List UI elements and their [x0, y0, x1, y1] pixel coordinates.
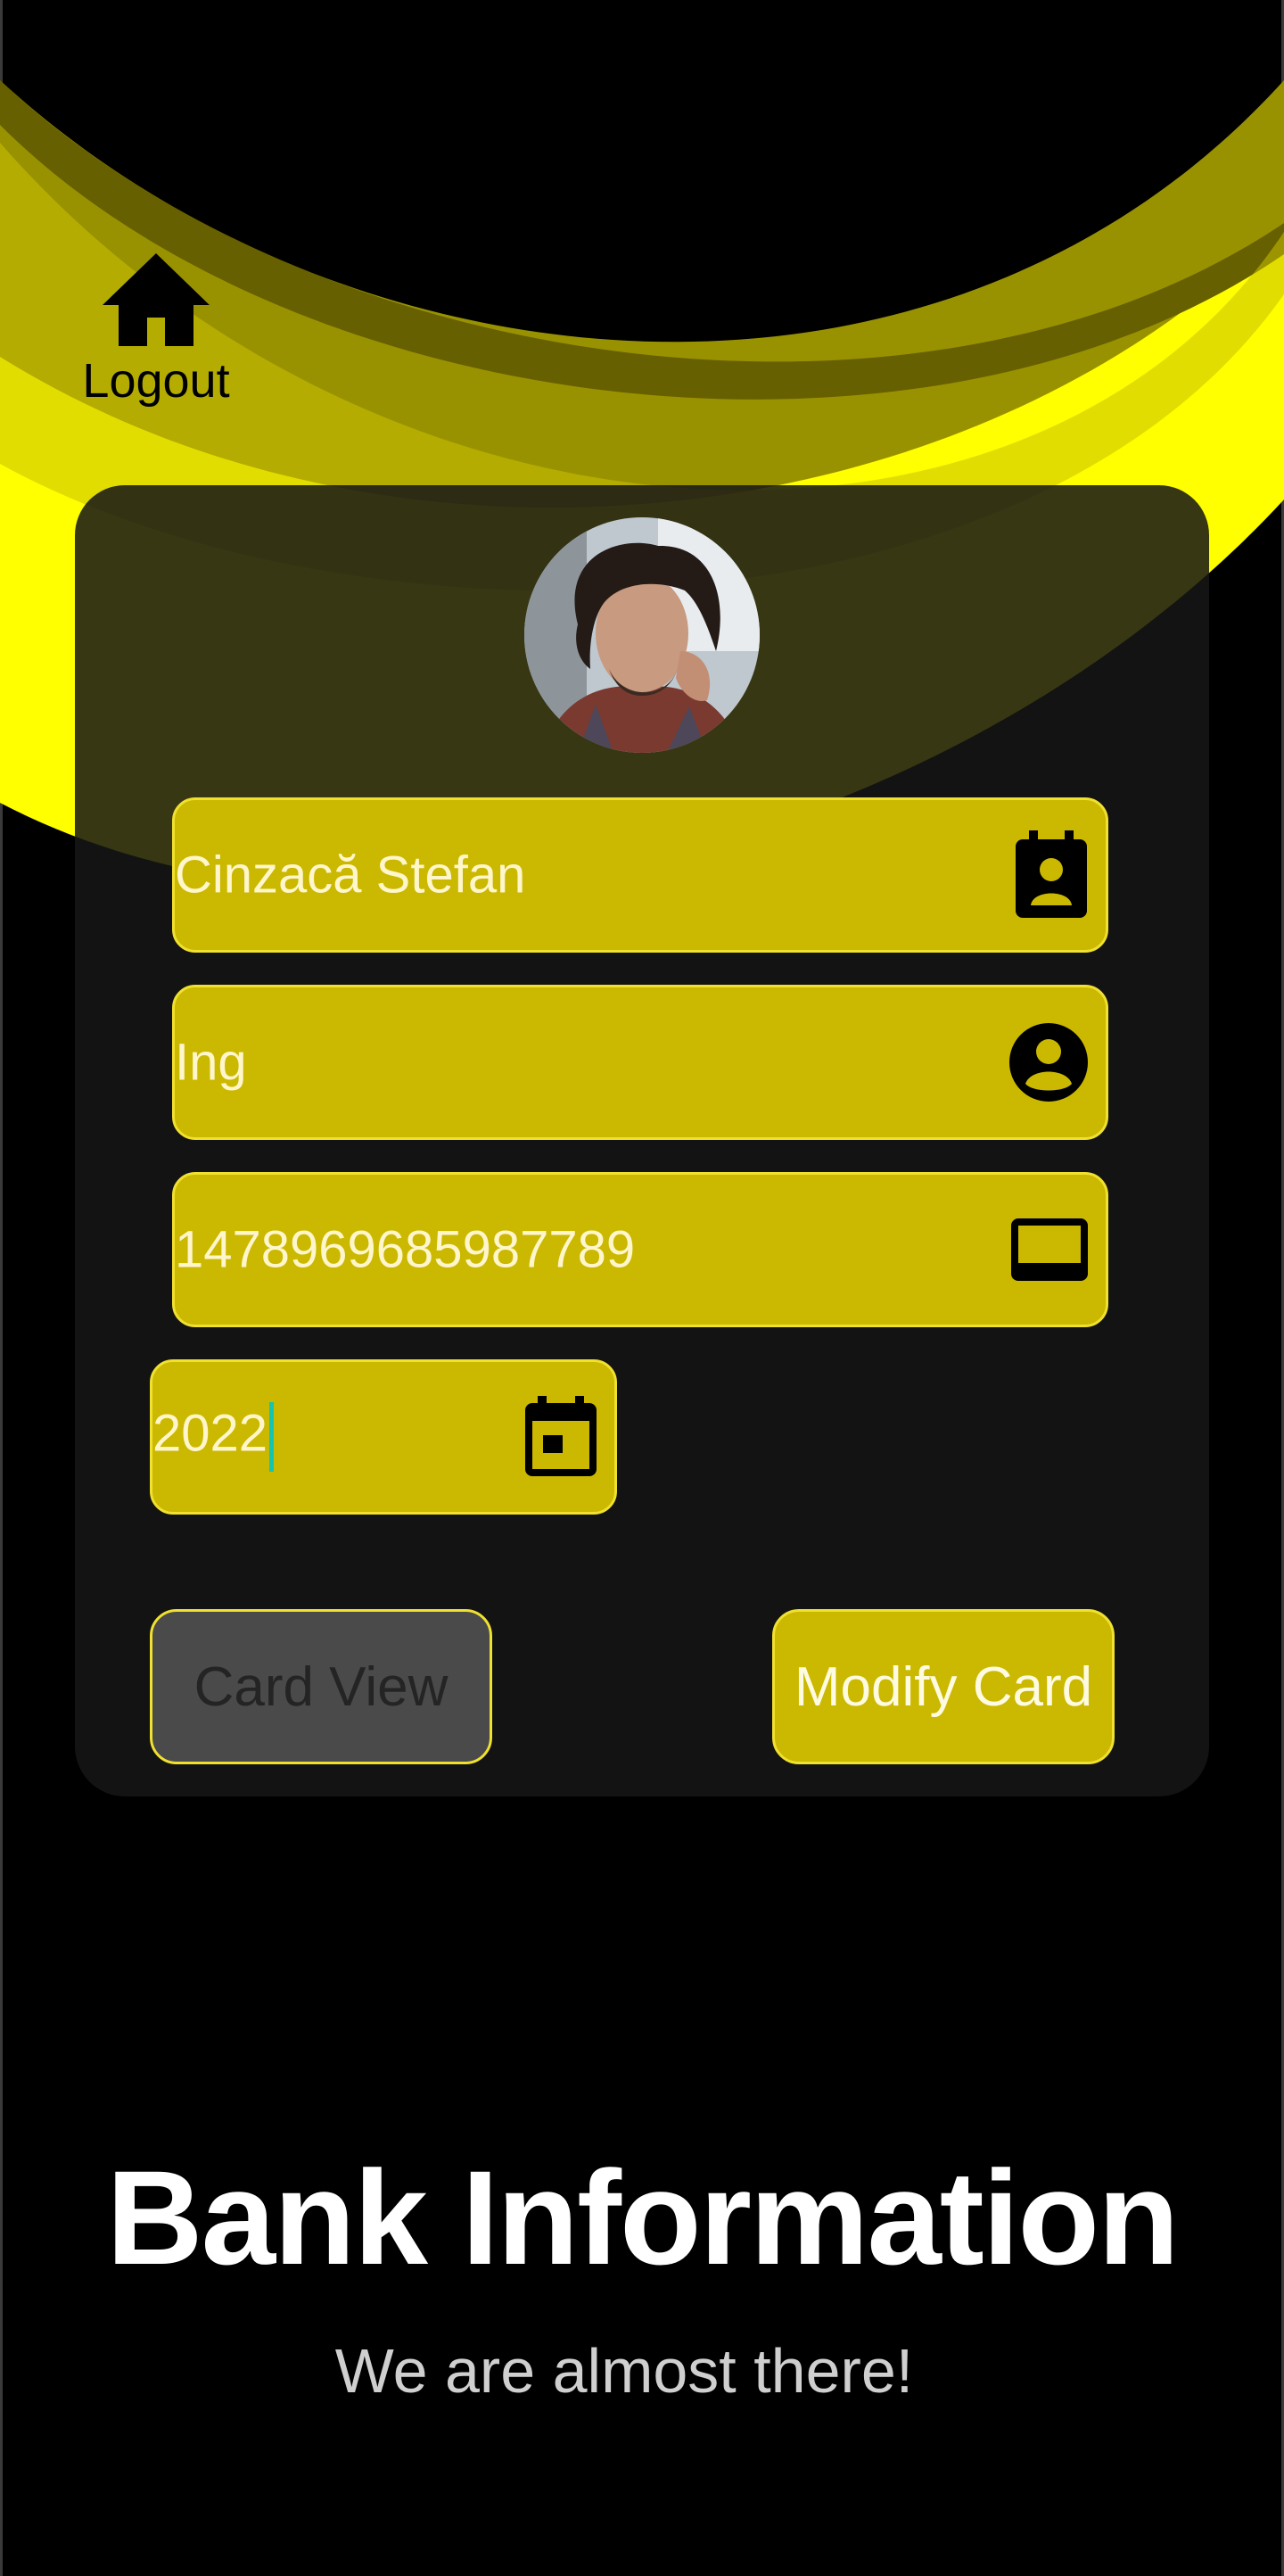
logout-label: Logout: [82, 354, 230, 408]
credit-card-icon: [1011, 1218, 1088, 1281]
modify-card-button[interactable]: Modify Card: [772, 1609, 1115, 1764]
contact-card-icon: [1016, 830, 1087, 918]
account-circle-icon: [1009, 1023, 1088, 1102]
bank-field[interactable]: Ing: [172, 985, 1108, 1140]
home-logout-button[interactable]: Logout: [71, 250, 241, 437]
text-caret: [269, 1402, 275, 1472]
card-view-button[interactable]: Card View: [150, 1609, 492, 1764]
calendar-icon: [525, 1396, 597, 1476]
bank-value: Ing: [175, 1033, 247, 1092]
expiry-year-value: 2022: [152, 1404, 268, 1463]
page-subtitle: We are almost there!: [334, 2336, 914, 2406]
page-title: Bank Information: [106, 2143, 1179, 2292]
name-value: Cinzacă Stefan: [175, 846, 526, 904]
name-field[interactable]: Cinzacă Stefan: [172, 797, 1108, 953]
home-icon: [103, 253, 210, 346]
card-number-value: 1478969685987789: [175, 1220, 636, 1279]
expiry-year-text: 2022: [152, 1402, 275, 1472]
expiry-year-field[interactable]: 2022: [150, 1359, 617, 1515]
card-number-field[interactable]: 1478969685987789: [172, 1172, 1108, 1327]
avatar[interactable]: [524, 517, 760, 753]
user-photo: [524, 517, 760, 753]
